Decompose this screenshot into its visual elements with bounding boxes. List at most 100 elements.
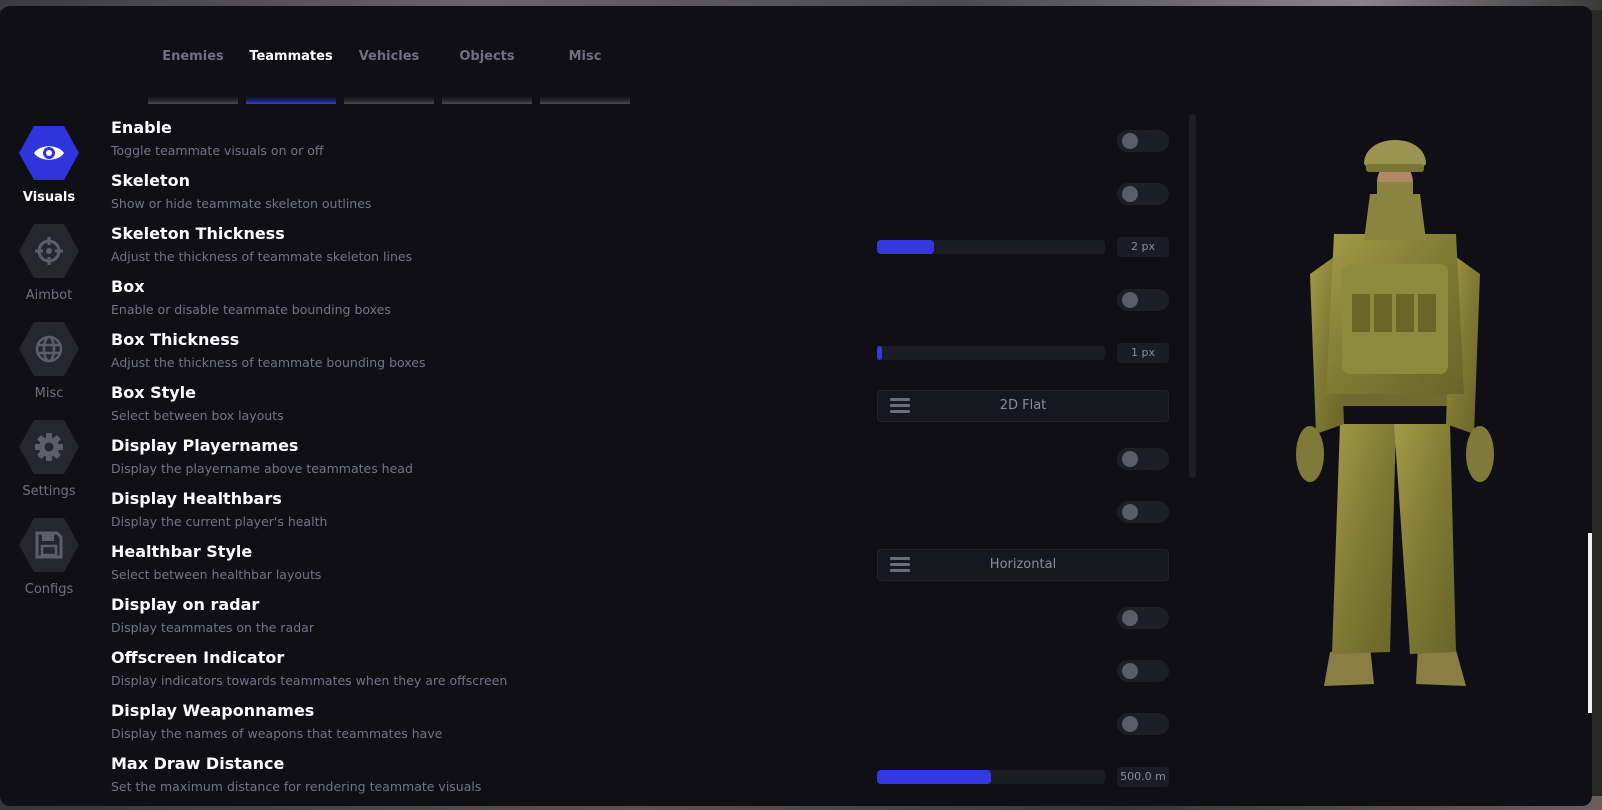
sidebar-item-aimbot[interactable]: Aimbot [0,224,100,322]
setting-row-box: Box Enable or disable teammate bounding … [111,269,1171,323]
slider-fill [877,770,991,784]
setting-row-display-healthbars: Display Healthbars Display the current p… [111,481,1171,535]
skeleton-thickness-slider[interactable] [877,240,1105,254]
setting-row-max-draw-distance: Max Draw Distance Set the maximum distan… [111,746,1171,800]
setting-description: Set the maximum distance for rendering t… [111,779,482,794]
slider-fill [877,346,882,360]
box-style-dropdown[interactable]: 2D Flat [877,390,1169,422]
crosshair-icon [19,224,79,278]
tab-label: Teammates [249,49,333,64]
setting-title: Display Weaponnames [111,701,315,720]
box-thickness-value: 1 px [1117,343,1169,363]
setting-description: Select between healthbar layouts [111,567,322,582]
background-edge [1588,533,1592,713]
tab-vehicles[interactable]: Vehicles [344,6,434,116]
box-thickness-slider[interactable] [877,346,1105,360]
tab-label: Misc [568,49,602,64]
tab-objects[interactable]: Objects [442,6,532,116]
enable-toggle[interactable] [1117,130,1169,152]
setting-description: Display the playername above teammates h… [111,461,413,476]
setting-title: Display Playernames [111,436,299,455]
gear-icon [19,420,79,474]
setting-row-display-weaponnames: Display Weaponnames Display the names of… [111,693,1171,747]
sidebar-item-configs[interactable]: Configs [0,518,100,616]
toggle-knob [1122,133,1138,149]
setting-title: Display Healthbars [111,489,282,508]
sidebar-item-misc[interactable]: Misc [0,322,100,420]
soldier-preview-image [1296,140,1494,686]
setting-description: Enable or disable teammate bounding boxe… [111,302,391,317]
tab-label: Enemies [162,49,224,64]
setting-description: Show or hide teammate skeleton outlines [111,196,372,211]
sidebar-item-settings[interactable]: Settings [0,420,100,518]
toggle-knob [1122,292,1138,308]
setting-description: Adjust the thickness of teammate skeleto… [111,249,413,264]
toggle-knob [1122,716,1138,732]
scrollbar[interactable] [1189,114,1196,478]
tab-indicator [540,96,630,104]
offscreen-indicator-toggle[interactable] [1117,660,1169,682]
sidebar-item-label: Settings [22,484,76,499]
setting-title: Skeleton [111,171,190,190]
setting-row-offscreen-indicator: Offscreen Indicator Display indicators t… [111,640,1171,694]
setting-title: Max Draw Distance [111,754,285,773]
sidebar-item-label: Configs [24,582,74,597]
tab-teammates[interactable]: Teammates [246,6,336,116]
setting-description: Select between box layouts [111,408,284,423]
toggle-knob [1122,186,1138,202]
sidebar-item-visuals[interactable]: Visuals [0,126,100,224]
setting-title: Offscreen Indicator [111,648,285,667]
slider-fill [877,240,934,254]
eye-icon [19,126,79,180]
setting-title: Enable [111,118,172,137]
tab-indicator [148,96,238,104]
setting-row-skeleton-thickness: Skeleton Thickness Adjust the thickness … [111,216,1171,270]
floppy-disk-icon [19,518,79,572]
setting-title: Skeleton Thickness [111,224,285,243]
tab-indicator [442,96,532,104]
skeleton-toggle[interactable] [1117,183,1169,205]
toggle-knob [1122,451,1138,467]
setting-title: Box Style [111,383,197,402]
setting-row-box-style: Box Style Select between box layouts 2D … [111,375,1171,429]
setting-row-display-on-radar: Display on radar Display teammates on th… [111,587,1171,641]
setting-row-healthbar-style: Healthbar Style Select between healthbar… [111,534,1171,588]
box-toggle[interactable] [1117,289,1169,311]
setting-title: Healthbar Style [111,542,253,561]
setting-title: Box Thickness [111,330,240,349]
setting-row-box-thickness: Box Thickness Adjust the thickness of te… [111,322,1171,376]
globe-icon [19,322,79,376]
playernames-toggle[interactable] [1117,448,1169,470]
dropdown-selected: Horizontal [989,557,1057,572]
setting-row-enable: Enable Toggle teammate visuals on or off [111,110,1171,164]
tab-label: Objects [459,49,515,64]
healthbars-toggle[interactable] [1117,501,1169,523]
tab-label: Vehicles [358,49,420,64]
setting-description: Display teammates on the radar [111,620,314,635]
weaponnames-toggle[interactable] [1117,713,1169,735]
setting-description: Display the current player's health [111,514,328,529]
radar-toggle[interactable] [1117,607,1169,629]
tab-indicator [246,96,336,104]
setting-title: Box [111,277,145,296]
dropdown-selected: 2D Flat [999,398,1047,413]
setting-description: Toggle teammate visuals on or off [111,143,324,158]
setting-row-skeleton: Skeleton Show or hide teammate skeleton … [111,163,1171,217]
setting-description: Display the names of weapons that teamma… [111,726,443,741]
tab-misc[interactable]: Misc [540,6,630,116]
tab-enemies[interactable]: Enemies [148,6,238,116]
toggle-knob [1122,504,1138,520]
max-draw-distance-slider[interactable] [877,770,1105,784]
toggle-knob [1122,610,1138,626]
setting-description: Adjust the thickness of teammate boundin… [111,355,426,370]
sidebar-item-label: Misc [34,386,64,401]
setting-row-display-playernames: Display Playernames Display the playerna… [111,428,1171,482]
sidebar-item-label: Visuals [22,190,76,205]
settings-window: Enemies Teammates Vehicles Objects Misc [0,6,1592,806]
healthbar-style-dropdown[interactable]: Horizontal [877,549,1169,581]
sidebar-item-label: Aimbot [25,288,73,303]
setting-title: Display on radar [111,595,260,614]
setting-description: Display indicators towards teammates whe… [111,673,508,688]
tab-indicator [344,96,434,104]
max-draw-distance-value: 500.0 m [1117,767,1169,787]
